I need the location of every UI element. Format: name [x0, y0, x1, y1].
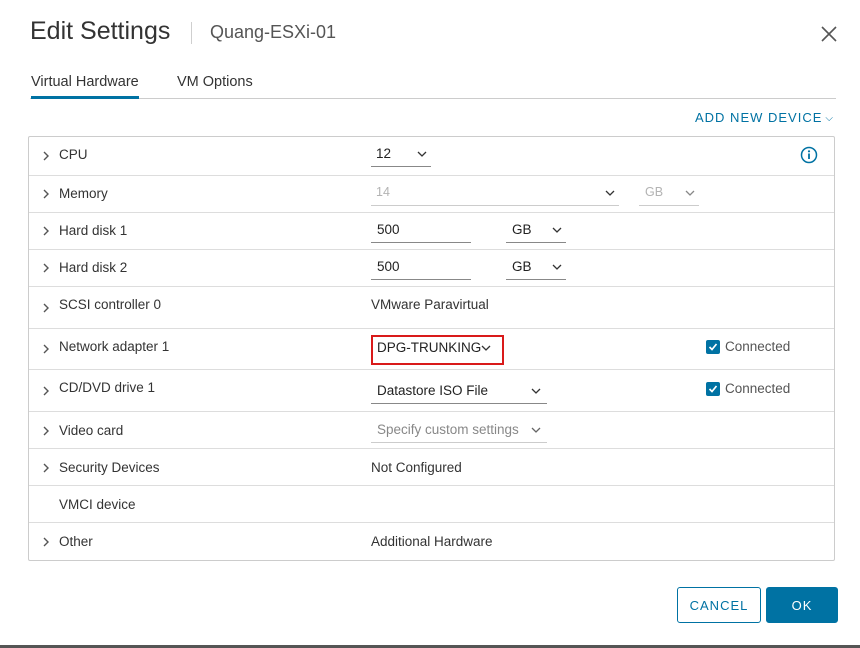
other-label: Other: [59, 534, 93, 549]
cddvd-connected-label: Connected: [725, 381, 791, 396]
chevron-down-icon: [685, 190, 695, 196]
hard-disk-2-size-input[interactable]: 500: [371, 259, 471, 280]
video-card-label: Video card: [59, 423, 124, 438]
row-hard-disk-2: Hard disk 2 500 GB: [29, 250, 834, 287]
cancel-button[interactable]: CANCEL: [677, 587, 761, 623]
checkbox-checked-icon: [708, 385, 718, 393]
cddvd-value: Datastore ISO File: [377, 383, 489, 398]
hard-disk-2-unit-select[interactable]: GB: [506, 259, 566, 280]
close-icon[interactable]: [820, 25, 838, 43]
other-value: Additional Hardware: [371, 534, 493, 549]
cddvd-connected-checkbox[interactable]: [706, 382, 720, 396]
row-memory: Memory 14 GB: [29, 176, 834, 213]
tab-virtual-hardware[interactable]: Virtual Hardware: [31, 74, 139, 99]
hard-disk-2-unit: GB: [512, 259, 532, 274]
cpu-select[interactable]: 12: [371, 146, 431, 167]
row-network-adapter-1: Network adapter 1 DPG-TRUNKING Connected: [29, 329, 834, 370]
ok-button[interactable]: OK: [766, 587, 838, 623]
add-new-device-button[interactable]: ADD NEW DEVICE ⌵: [695, 110, 834, 125]
security-devices-label: Security Devices: [59, 460, 160, 475]
scsi-label: SCSI controller 0: [59, 297, 162, 312]
chevron-right-icon[interactable]: [41, 226, 51, 236]
hard-disk-2-label: Hard disk 2: [59, 260, 128, 275]
memory-value: 14: [376, 185, 390, 199]
row-video-card: Video card Specify custom settings: [29, 412, 834, 449]
row-cddvd-drive-1: CD/DVD drive 1 Datastore ISO File Connec…: [29, 370, 834, 412]
chevron-down-icon: [531, 388, 541, 394]
chevron-right-icon[interactable]: [41, 463, 51, 473]
chevron-right-icon[interactable]: [41, 344, 51, 354]
hard-disk-1-size-input[interactable]: 500: [371, 222, 471, 243]
security-devices-value: Not Configured: [371, 460, 462, 475]
title-divider: [191, 22, 192, 44]
row-scsi-controller: SCSI controller 0 VMware Paravirtual: [29, 287, 834, 329]
chevron-down-icon: [552, 264, 562, 270]
row-other: Other Additional Hardware: [29, 523, 834, 560]
info-icon[interactable]: [800, 146, 818, 164]
memory-label: Memory: [59, 186, 108, 201]
chevron-right-icon[interactable]: [41, 386, 51, 396]
network-connected-label: Connected: [725, 339, 791, 354]
edit-settings-dialog: Edit Settings Quang-ESXi-01 Virtual Hard…: [0, 0, 860, 648]
row-security-devices: Security Devices Not Configured: [29, 449, 834, 486]
chevron-right-icon[interactable]: [41, 151, 51, 161]
hard-disk-1-label: Hard disk 1: [59, 223, 128, 238]
chevron-down-icon: [417, 151, 427, 157]
row-vmci-device: VMCI device: [29, 486, 834, 523]
chevron-right-icon[interactable]: [41, 263, 51, 273]
chevron-right-icon[interactable]: [41, 303, 51, 313]
cpu-value: 12: [376, 146, 392, 161]
scsi-value: VMware Paravirtual: [371, 297, 489, 312]
chevron-right-icon[interactable]: [41, 426, 51, 436]
chevron-right-icon[interactable]: [41, 537, 51, 547]
chevron-right-icon[interactable]: [41, 189, 51, 199]
checkbox-checked-icon: [708, 343, 718, 351]
hardware-table: CPU 12 Memory 14 GB Hard disk 1 500 GB H…: [28, 136, 835, 561]
memory-input[interactable]: 14: [371, 185, 619, 206]
chevron-down-icon: [605, 190, 615, 196]
tab-vm-options[interactable]: VM Options: [177, 74, 253, 96]
add-new-device-label: ADD NEW DEVICE: [695, 110, 823, 125]
video-card-select[interactable]: Specify custom settings: [371, 422, 547, 443]
video-card-value: Specify custom settings: [377, 422, 519, 437]
chevron-down-icon: [481, 345, 491, 351]
tab-bar: Virtual Hardware VM Options: [30, 70, 836, 99]
dialog-title: Edit Settings: [30, 17, 171, 45]
cpu-label: CPU: [59, 147, 88, 162]
chevron-down-icon: ⌵: [825, 113, 834, 124]
network-value: DPG-TRUNKING: [377, 340, 482, 355]
chevron-down-icon: [552, 227, 562, 233]
hard-disk-1-unit: GB: [512, 222, 532, 237]
network-connected-checkbox[interactable]: [706, 340, 720, 354]
memory-unit: GB: [645, 185, 664, 199]
network-adapter-label: Network adapter 1: [59, 339, 170, 354]
hard-disk-1-unit-select[interactable]: GB: [506, 222, 566, 243]
row-cpu: CPU 12: [29, 137, 834, 176]
network-select[interactable]: DPG-TRUNKING: [375, 340, 497, 360]
chevron-down-icon: [531, 427, 541, 433]
memory-unit-select[interactable]: GB: [639, 185, 699, 206]
vm-name: Quang-ESXi-01: [210, 22, 337, 42]
vmci-label: VMCI device: [59, 497, 136, 512]
cddvd-select[interactable]: Datastore ISO File: [371, 383, 547, 404]
cddvd-label: CD/DVD drive 1: [59, 380, 156, 395]
row-hard-disk-1: Hard disk 1 500 GB: [29, 213, 834, 250]
